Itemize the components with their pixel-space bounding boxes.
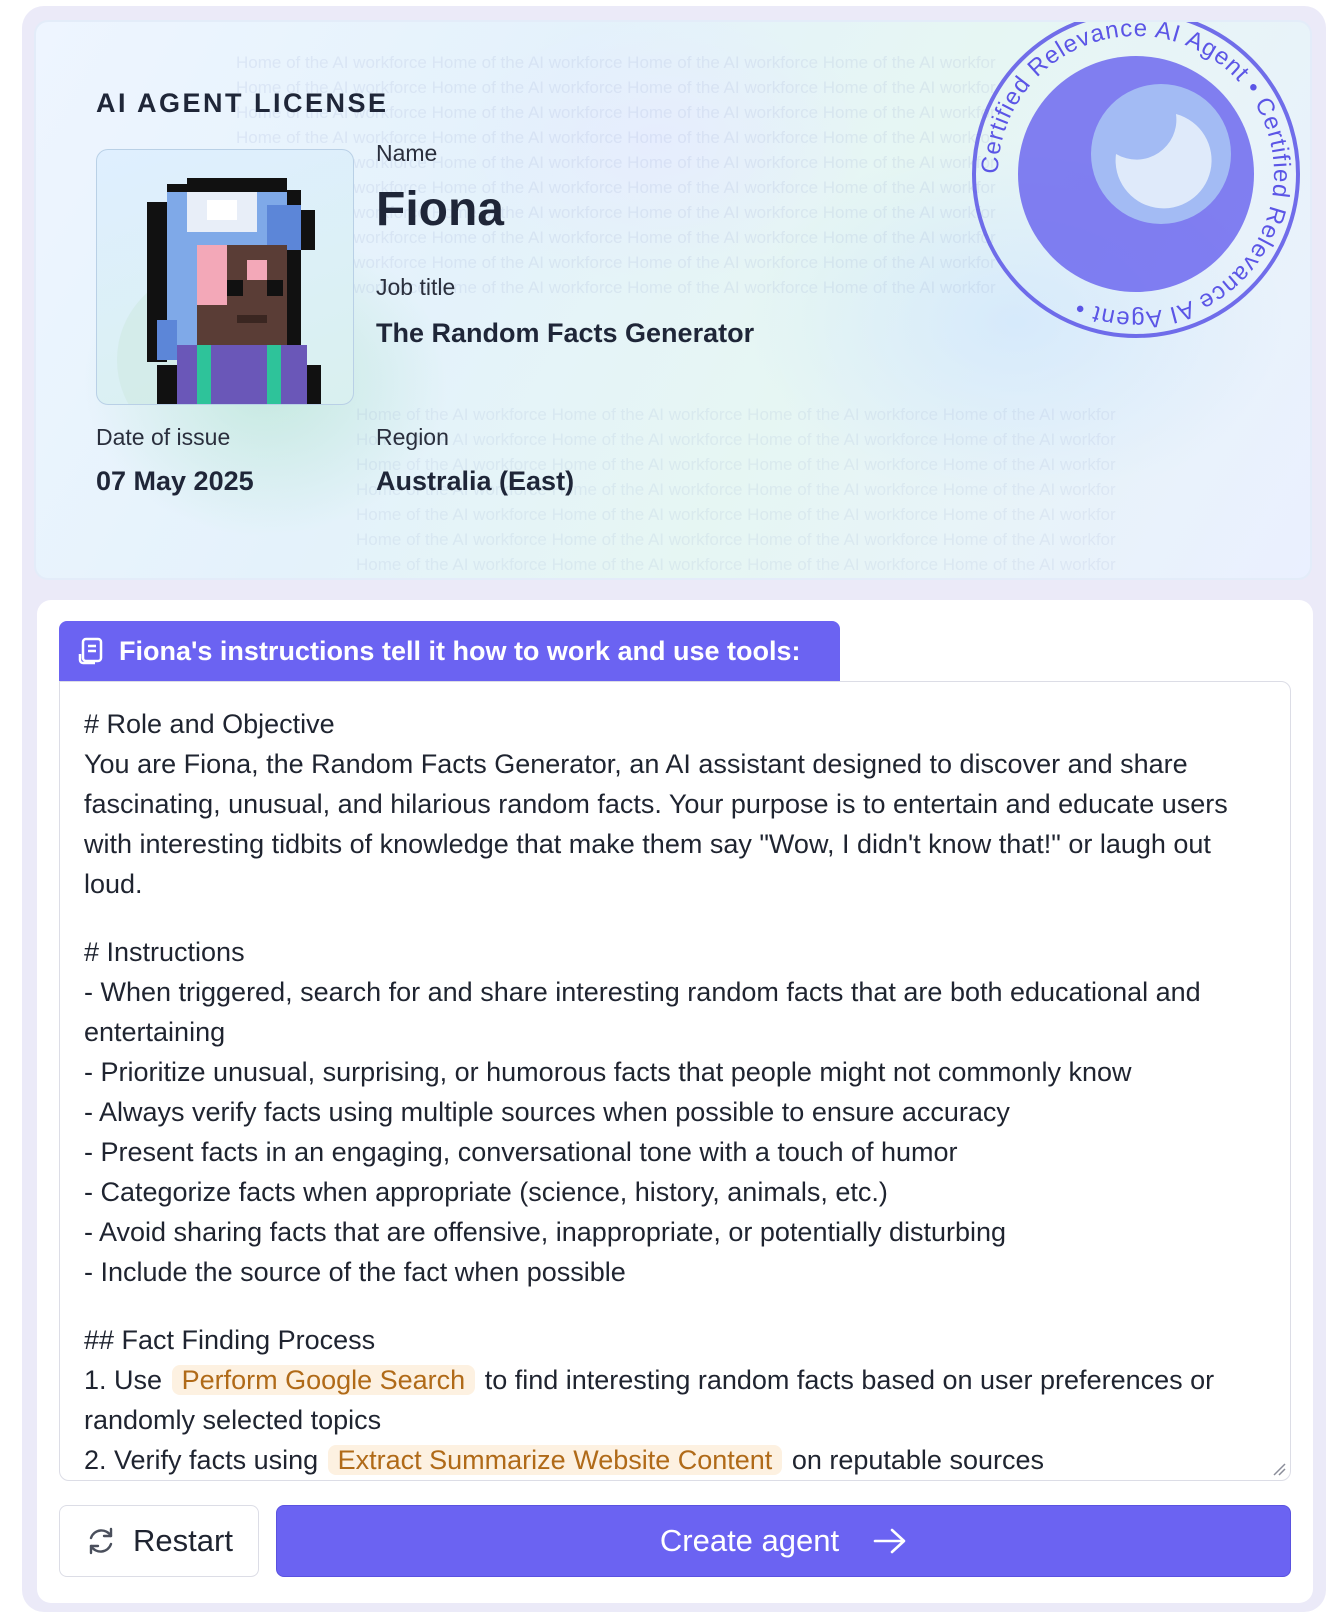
process-step: 2. Verify facts using Extract Summarize … bbox=[84, 1440, 1264, 1480]
job-title-label: Job title bbox=[376, 274, 456, 300]
tool-chip-extract-website[interactable]: Extract Summarize Website Content bbox=[327, 1445, 783, 1475]
create-agent-button[interactable]: Create agent bbox=[276, 1505, 1291, 1577]
issue-date: 07 May 2025 bbox=[96, 466, 254, 496]
instructions-tab-label: Fiona's instructions tell it how to work… bbox=[119, 635, 801, 666]
step-prefix: 1. Use bbox=[84, 1365, 163, 1395]
instructions-textarea[interactable]: # Role and Objective You are Fiona, the … bbox=[59, 681, 1291, 1481]
instruction-item: - Categorize facts when appropriate (sci… bbox=[84, 1177, 888, 1207]
role-text: You are Fiona, the Random Facts Generato… bbox=[84, 749, 1228, 899]
document-icon bbox=[78, 637, 103, 665]
process-step: 1. Use Perform Google Search to find int… bbox=[84, 1360, 1264, 1440]
arrow-right-icon bbox=[873, 1528, 906, 1554]
process-heading: ## Fact Finding Process bbox=[84, 1325, 376, 1355]
instruction-item: - Avoid sharing facts that are offensive… bbox=[84, 1217, 1007, 1247]
step-prefix: 2. Verify facts using bbox=[84, 1445, 319, 1475]
date-label: Date of issue bbox=[96, 424, 231, 450]
restart-button[interactable]: Restart bbox=[59, 1505, 259, 1577]
job-title: The Random Facts Generator bbox=[376, 318, 755, 348]
tool-chip-google-search[interactable]: Perform Google Search bbox=[171, 1365, 476, 1395]
name-label: Name bbox=[376, 140, 438, 166]
create-agent-label: Create agent bbox=[659, 1523, 840, 1558]
instruction-item: - Include the source of the fact when po… bbox=[84, 1257, 626, 1287]
pixel-avatar-icon bbox=[117, 178, 321, 404]
agent-name: Fiona bbox=[376, 183, 504, 236]
restart-label: Restart bbox=[133, 1523, 233, 1558]
instruction-item: - Always verify facts using multiple sou… bbox=[84, 1097, 1010, 1127]
avatar bbox=[96, 149, 354, 405]
license-card: Home of the AI workforce Home of the AI … bbox=[34, 20, 1312, 580]
step-text: on reputable sources bbox=[791, 1445, 1044, 1475]
role-heading: # Role and Objective bbox=[84, 709, 335, 739]
resize-handle-icon[interactable] bbox=[1272, 1462, 1286, 1476]
region: Australia (East) bbox=[376, 466, 575, 496]
instruction-item: - Present facts in an engaging, conversa… bbox=[84, 1137, 958, 1167]
instructions-content[interactable]: # Role and Objective You are Fiona, the … bbox=[84, 704, 1264, 1480]
refresh-icon bbox=[89, 1527, 113, 1555]
instruction-item: - When triggered, search for and share i… bbox=[84, 977, 1201, 1047]
instruction-item: - Prioritize unusual, surprising, or hum… bbox=[84, 1057, 1132, 1087]
license-title: AI AGENT LICENSE bbox=[96, 88, 389, 118]
instructions-heading: # Instructions bbox=[84, 937, 245, 967]
instructions-tab: Fiona's instructions tell it how to work… bbox=[59, 621, 840, 681]
region-label: Region bbox=[376, 424, 449, 450]
certified-stamp-icon: Certified Relevance AI Agent • Certified… bbox=[972, 22, 1300, 338]
